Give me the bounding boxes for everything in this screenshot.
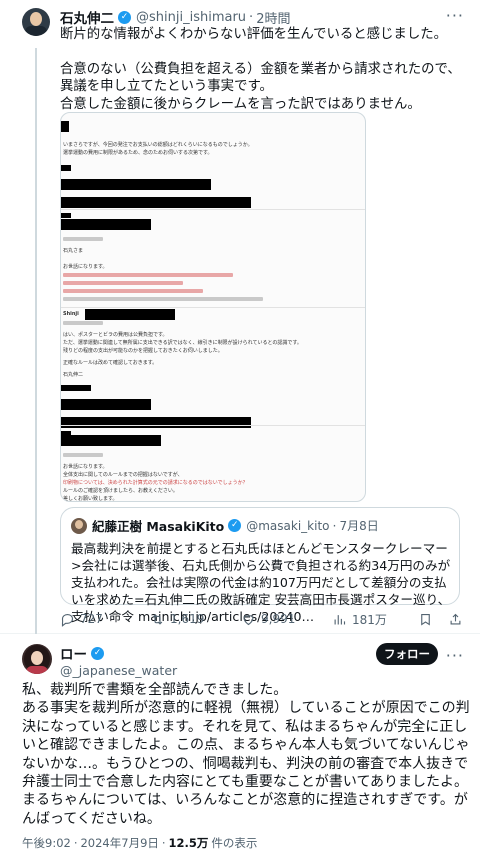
- tweet-body: 私、裁判所で書類を全部読んできました。 ある事実を裁判所が恣意的に軽視（無視）し…: [22, 682, 470, 827]
- doc-line-placeholder: [63, 453, 103, 457]
- doc-line-highlight: [63, 289, 203, 293]
- attached-image[interactable]: いまさらですが、今回の発注でお支払いの総額はどれくらいになるものでしょうか。 選…: [60, 112, 366, 502]
- retweet-button[interactable]: 1,619: [150, 610, 204, 628]
- avatar-body: [25, 26, 47, 36]
- avatar[interactable]: [22, 8, 50, 36]
- tweet-header: 石丸伸二 ✓ @shinji_ishimaru · 2時間: [60, 7, 290, 28]
- doc-line-placeholder: [63, 237, 103, 241]
- verified-badge-icon: ✓: [118, 10, 131, 24]
- separator-dot: ·: [332, 518, 337, 533]
- follow-button[interactable]: フォロー: [376, 643, 438, 665]
- redaction: [61, 417, 251, 428]
- divider: [61, 209, 365, 210]
- share-button[interactable]: [448, 610, 468, 628]
- separator-dot: ·: [73, 836, 78, 850]
- separator-dot: ·: [249, 9, 254, 25]
- separator-dot: ·: [161, 836, 166, 850]
- views-count: 181万: [352, 612, 387, 627]
- doc-line-highlight: [63, 281, 183, 285]
- reply-button[interactable]: 727: [60, 610, 103, 628]
- tweet-text: 断片的な情報がよくわからない評価を生んでいると感じました。 合意のない（公費負担…: [60, 26, 465, 113]
- author-name[interactable]: 石丸伸二: [60, 7, 114, 27]
- tweet-paragraph: 断片的な情報がよくわからない評価を生んでいると感じました。: [60, 27, 447, 42]
- tweet-actions: 727 1,619 9,991 181万: [60, 610, 480, 628]
- avatar-face: [30, 12, 42, 26]
- doc-line: ルールのご確認を頂けましたら、お教えください。: [63, 488, 178, 494]
- author-handle[interactable]: @shinji_ishimaru: [136, 10, 246, 25]
- doc-line-placeholder: [63, 297, 263, 301]
- retweet-count: 1,619: [170, 612, 205, 626]
- redaction: [61, 165, 71, 171]
- doc-line: Shinji: [63, 311, 79, 317]
- share-icon: [450, 613, 461, 624]
- doc-line: いまさらですが、今回の発注でお支払いの総額はどれくらいになるものでしょうか。: [63, 142, 253, 148]
- doc-line: 残りどの程度の支出が可能なのかを把握しておきたくお伺いしました。: [63, 348, 223, 354]
- like-button[interactable]: 9,991: [241, 610, 295, 628]
- views-label: 件の表示: [211, 836, 258, 850]
- redaction: [61, 121, 69, 132]
- views-count: 12.5万: [168, 836, 209, 850]
- divider: [61, 307, 365, 308]
- doc-line: 正確なルールは改めて確認しておきます。: [63, 360, 158, 366]
- divider: [61, 425, 365, 426]
- quoted-avatar: [71, 517, 87, 534]
- bar-chart-icon: [334, 614, 346, 624]
- redaction: [85, 309, 175, 320]
- redaction: [61, 179, 211, 190]
- quoted-tweet-header: 紀藤正樹 MasakiKito ✓ @masaki_kito · 7月8日: [71, 516, 379, 535]
- tweet-date[interactable]: 2024年7月9日: [80, 835, 158, 851]
- like-count: 9,991: [261, 612, 296, 626]
- views-button[interactable]: 181万: [332, 610, 387, 628]
- redaction: [61, 197, 251, 208]
- tweet-time[interactable]: 2時間: [256, 8, 290, 27]
- doc-line: 選挙運動の費用に制限があるため、念のためお伺いする次第です。: [63, 150, 213, 156]
- tweet-time[interactable]: 午後9:02: [22, 835, 71, 851]
- verified-badge-icon: ✓: [91, 646, 104, 660]
- redaction: [61, 385, 91, 391]
- bookmark-button[interactable]: [418, 610, 438, 628]
- doc-line-highlight: [63, 273, 233, 277]
- avatar-body: [26, 666, 48, 674]
- retweet-icon: [152, 613, 163, 625]
- author-handle[interactable]: @_japanese_water: [60, 663, 177, 679]
- ellipsis-icon[interactable]: ···: [446, 646, 464, 665]
- tweet-1[interactable]: 石丸伸二 ✓ @shinji_ishimaru · 2時間 ··· 断片的な情報…: [0, 0, 480, 634]
- doc-line: はい、ポスターとビラの費用は公費負担です。: [63, 332, 168, 338]
- quoted-author-handle: @masaki_kito: [246, 518, 330, 533]
- quoted-tweet[interactable]: 紀藤正樹 MasakiKito ✓ @masaki_kito · 7月8日 最高…: [60, 507, 460, 624]
- doc-line: 石丸伸二: [63, 372, 84, 378]
- ellipsis-icon[interactable]: ···: [446, 6, 464, 25]
- verified-badge-icon: ✓: [228, 519, 242, 532]
- doc-line: お世話になります。: [63, 464, 108, 470]
- redaction: [61, 219, 151, 230]
- tweet-meta: 午後9:02 · 2024年7月9日 · 12.5万 件の表示: [22, 835, 257, 851]
- redaction: [61, 399, 151, 410]
- author-name[interactable]: ロー: [60, 643, 87, 663]
- doc-line-placeholder: [63, 321, 103, 325]
- tweet-paragraph: 合意のない（公費負担を超える）金額を業者から請求されたので、異議を申し立てたとい…: [60, 61, 461, 112]
- heart-icon: [243, 614, 254, 625]
- doc-line: 差しくお願い致します。: [63, 496, 118, 502]
- avatar-face: [31, 651, 43, 665]
- quoted-date: 7月8日: [339, 519, 379, 533]
- doc-line: 全体支出に関してのルールまでの把握はないですが、: [63, 472, 183, 478]
- redaction: [61, 435, 161, 446]
- avatar[interactable]: [22, 644, 52, 674]
- doc-line: ただ、選挙運動に関連して無所属に支出できる訳ではなく、線引きに制限が設けられてい…: [63, 340, 302, 346]
- reply-count: 727: [80, 612, 103, 626]
- thread-line: [35, 48, 37, 634]
- tweet-text: 私、裁判所で書類を全部読んできました。 ある事実を裁判所が恣意的に軽視（無視）し…: [22, 681, 472, 828]
- doc-line: 石丸さま: [63, 248, 84, 254]
- bookmark-icon: [421, 613, 430, 626]
- doc-line: お世話になります。: [63, 264, 108, 270]
- quoted-author-name: 紀藤正樹 MasakiKito: [92, 519, 225, 534]
- redaction: [61, 213, 71, 218]
- reply-icon: [61, 613, 74, 627]
- tweet-header: ロー ✓ @_japanese_water: [60, 644, 177, 679]
- doc-line: 印刷物については、決められた計算式の元での請求になるのではないでしょうか？: [63, 480, 248, 486]
